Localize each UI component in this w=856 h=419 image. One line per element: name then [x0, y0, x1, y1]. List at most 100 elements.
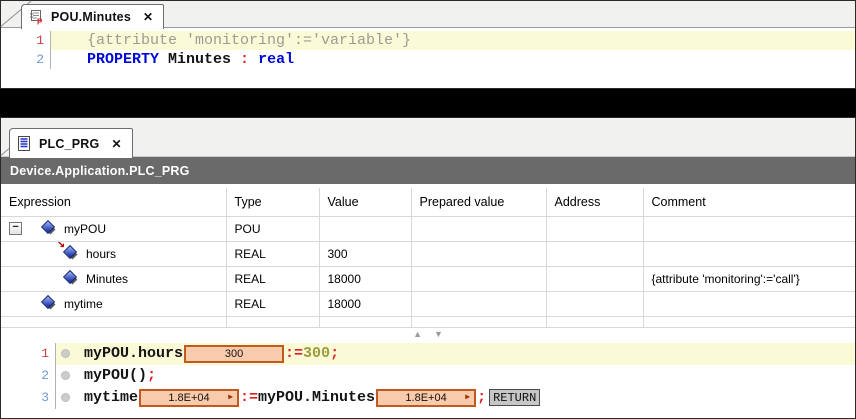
watch-table-row[interactable]: mytime REAL 18000 [1, 290, 855, 317]
expression-content: − myPOU [1, 217, 225, 240]
code-text: mytime 1.8E+04 ▶ := myPOU.Minutes 1.8E+04 ▶; RE… [84, 388, 541, 407]
prepared-value-cell[interactable] [410, 290, 547, 317]
variable-icon [43, 222, 56, 235]
code-segment: myPOU.Minutes [258, 389, 376, 406]
expression-content: Minutes [1, 267, 225, 290]
property-editor-pane: P POU.Minutes ✕ 1 {attribute 'monitoring'… [0, 0, 856, 89]
code-line[interactable]: 3 mytime 1.8E+04 ▶ := myPOU.Minutes 1.8E+04 ▶; R… [1, 386, 855, 409]
inline-monitoring-value-box[interactable]: 1.8E+04 ▶ [376, 388, 477, 407]
monitoring-value: 1.8E+04 [405, 391, 447, 404]
code-segment: {attribute 'monitoring':='variable'} [87, 32, 412, 49]
empty-cell [225, 315, 320, 328]
collapse-toggle[interactable]: − [9, 222, 22, 235]
monitoring-value: 1.8E+04 [168, 391, 210, 404]
column-header-address[interactable]: Address [545, 188, 644, 217]
program-document-icon [18, 135, 30, 151]
code-line[interactable]: 1 myPOU.hours 300:= 300; [1, 342, 855, 365]
expression-label: Minutes [86, 271, 129, 286]
prepared-value-cell[interactable] [410, 215, 547, 242]
code-segment: ; [330, 345, 340, 362]
monitoring-value: 300 [224, 347, 244, 360]
code-line[interactable]: 2 PROPERTY Minutes : real [1, 50, 855, 69]
empty-table-row [1, 315, 855, 328]
prepared-value-cell[interactable] [410, 240, 547, 267]
breakpoint-dot-icon[interactable] [61, 349, 70, 358]
return-statement-marker: RETURN [489, 389, 541, 406]
watch-table-header-row: Expression Type Value Prepared value Address… [1, 188, 855, 217]
breakpoint-dot-icon[interactable] [61, 371, 70, 380]
pane-splitter[interactable]: ▲ ▼ [1, 327, 855, 341]
address-cell [545, 265, 644, 292]
close-tab-icon[interactable]: ✕ [143, 10, 153, 24]
expand-value-arrow-icon[interactable]: ▶ [228, 393, 233, 402]
code-line-body: myPOU(); [56, 365, 855, 387]
column-header-value[interactable]: Value [318, 188, 412, 217]
comment-cell: {attribute 'monitoring':='call'} [642, 265, 855, 292]
expand-spacer [9, 297, 22, 310]
code-segment: := [240, 389, 259, 406]
empty-cell [545, 315, 644, 328]
plc-prg-editor-pane: PLC_PRG ✕ Device.Application.PLC_PRG Exp… [0, 117, 856, 419]
address-cell [545, 215, 644, 242]
value-cell [318, 215, 412, 242]
watch-table-row[interactable]: − myPOU POU [1, 215, 855, 242]
watch-table-row[interactable]: Minutes REAL 18000 {attribute 'monitoring':… [1, 265, 855, 292]
column-header-expression[interactable]: Expression [1, 188, 227, 217]
code-line[interactable]: 2 myPOU(); [1, 364, 855, 387]
code-text: {attribute 'monitoring':='variable'} [87, 32, 411, 49]
line-number: 3 [1, 386, 56, 409]
comment-cell [642, 215, 855, 242]
code-segment: myPOU() [84, 367, 148, 384]
code-segment: 300 [303, 345, 331, 362]
empty-cell [410, 315, 547, 328]
property-pou-icon: P [30, 10, 43, 26]
code-line[interactable]: 1 {attribute 'monitoring':='variable'} [1, 31, 855, 50]
svg-text:P: P [37, 18, 43, 26]
tab-plc-prg[interactable]: PLC_PRG ✕ [9, 128, 133, 158]
value-cell: 18000 [318, 290, 412, 317]
value-cell: 18000 [318, 265, 412, 292]
inline-monitoring-value-box[interactable]: 1.8E+04 ▶ [139, 388, 240, 407]
close-tab-icon[interactable]: ✕ [111, 137, 121, 151]
line-number: 2 [1, 364, 56, 387]
splitter-up-icon[interactable]: ▲ [413, 329, 422, 339]
watch-table-row[interactable]: ↘ hours REAL 300 [1, 240, 855, 267]
watch-table: Expression Type Value Prepared value Address… [1, 188, 855, 328]
tab-label: PLC_PRG [39, 136, 100, 151]
expression-content: ↘ hours [1, 242, 225, 265]
variable-icon [43, 297, 56, 310]
line-number: 1 [1, 342, 56, 365]
expression-label: myPOU [64, 221, 106, 236]
column-header-type[interactable]: Type [225, 188, 320, 217]
code-segment: Minutes [159, 51, 241, 68]
expression-cell: Minutes [1, 265, 227, 292]
value-cell: 300 [318, 240, 412, 267]
code-segment: := [285, 345, 304, 362]
line-number: 2 [1, 50, 51, 69]
breakpoint-dot-icon[interactable] [61, 393, 70, 402]
column-header-comment[interactable]: Comment [642, 188, 855, 217]
splitter-down-icon[interactable]: ▼ [434, 329, 443, 339]
address-cell [545, 290, 644, 317]
expression-content: mytime [1, 292, 225, 315]
variable-icon [65, 272, 78, 285]
type-cell: REAL [225, 265, 320, 292]
tab-pou-minutes[interactable]: P POU.Minutes ✕ [21, 4, 165, 29]
column-header-prepared-value[interactable]: Prepared value [410, 188, 547, 217]
inline-monitoring-value-box[interactable]: 300 [184, 344, 285, 363]
expand-value-arrow-icon[interactable]: ▶ [465, 393, 470, 402]
code-segment: ; [477, 389, 487, 406]
codesys-workspace: P POU.Minutes ✕ 1 {attribute 'monitoring'… [0, 0, 856, 419]
st-code-editor: 1 myPOU.hours 300:= 300; 2 myPOU(); 3 mytime 1.8… [1, 340, 855, 409]
empty-cell [642, 315, 855, 328]
code-text: myPOU.hours 300:= 300; [84, 344, 340, 363]
expression-label: mytime [64, 296, 103, 311]
breadcrumb: Device.Application.PLC_PRG [10, 163, 190, 178]
code-segment: mytime [84, 389, 139, 406]
tab-label: POU.Minutes [51, 10, 131, 24]
prepared-value-cell[interactable] [410, 265, 547, 292]
code-segment: myPOU.hours [84, 345, 184, 362]
line-number: 1 [1, 31, 51, 50]
comment-cell [642, 290, 855, 317]
